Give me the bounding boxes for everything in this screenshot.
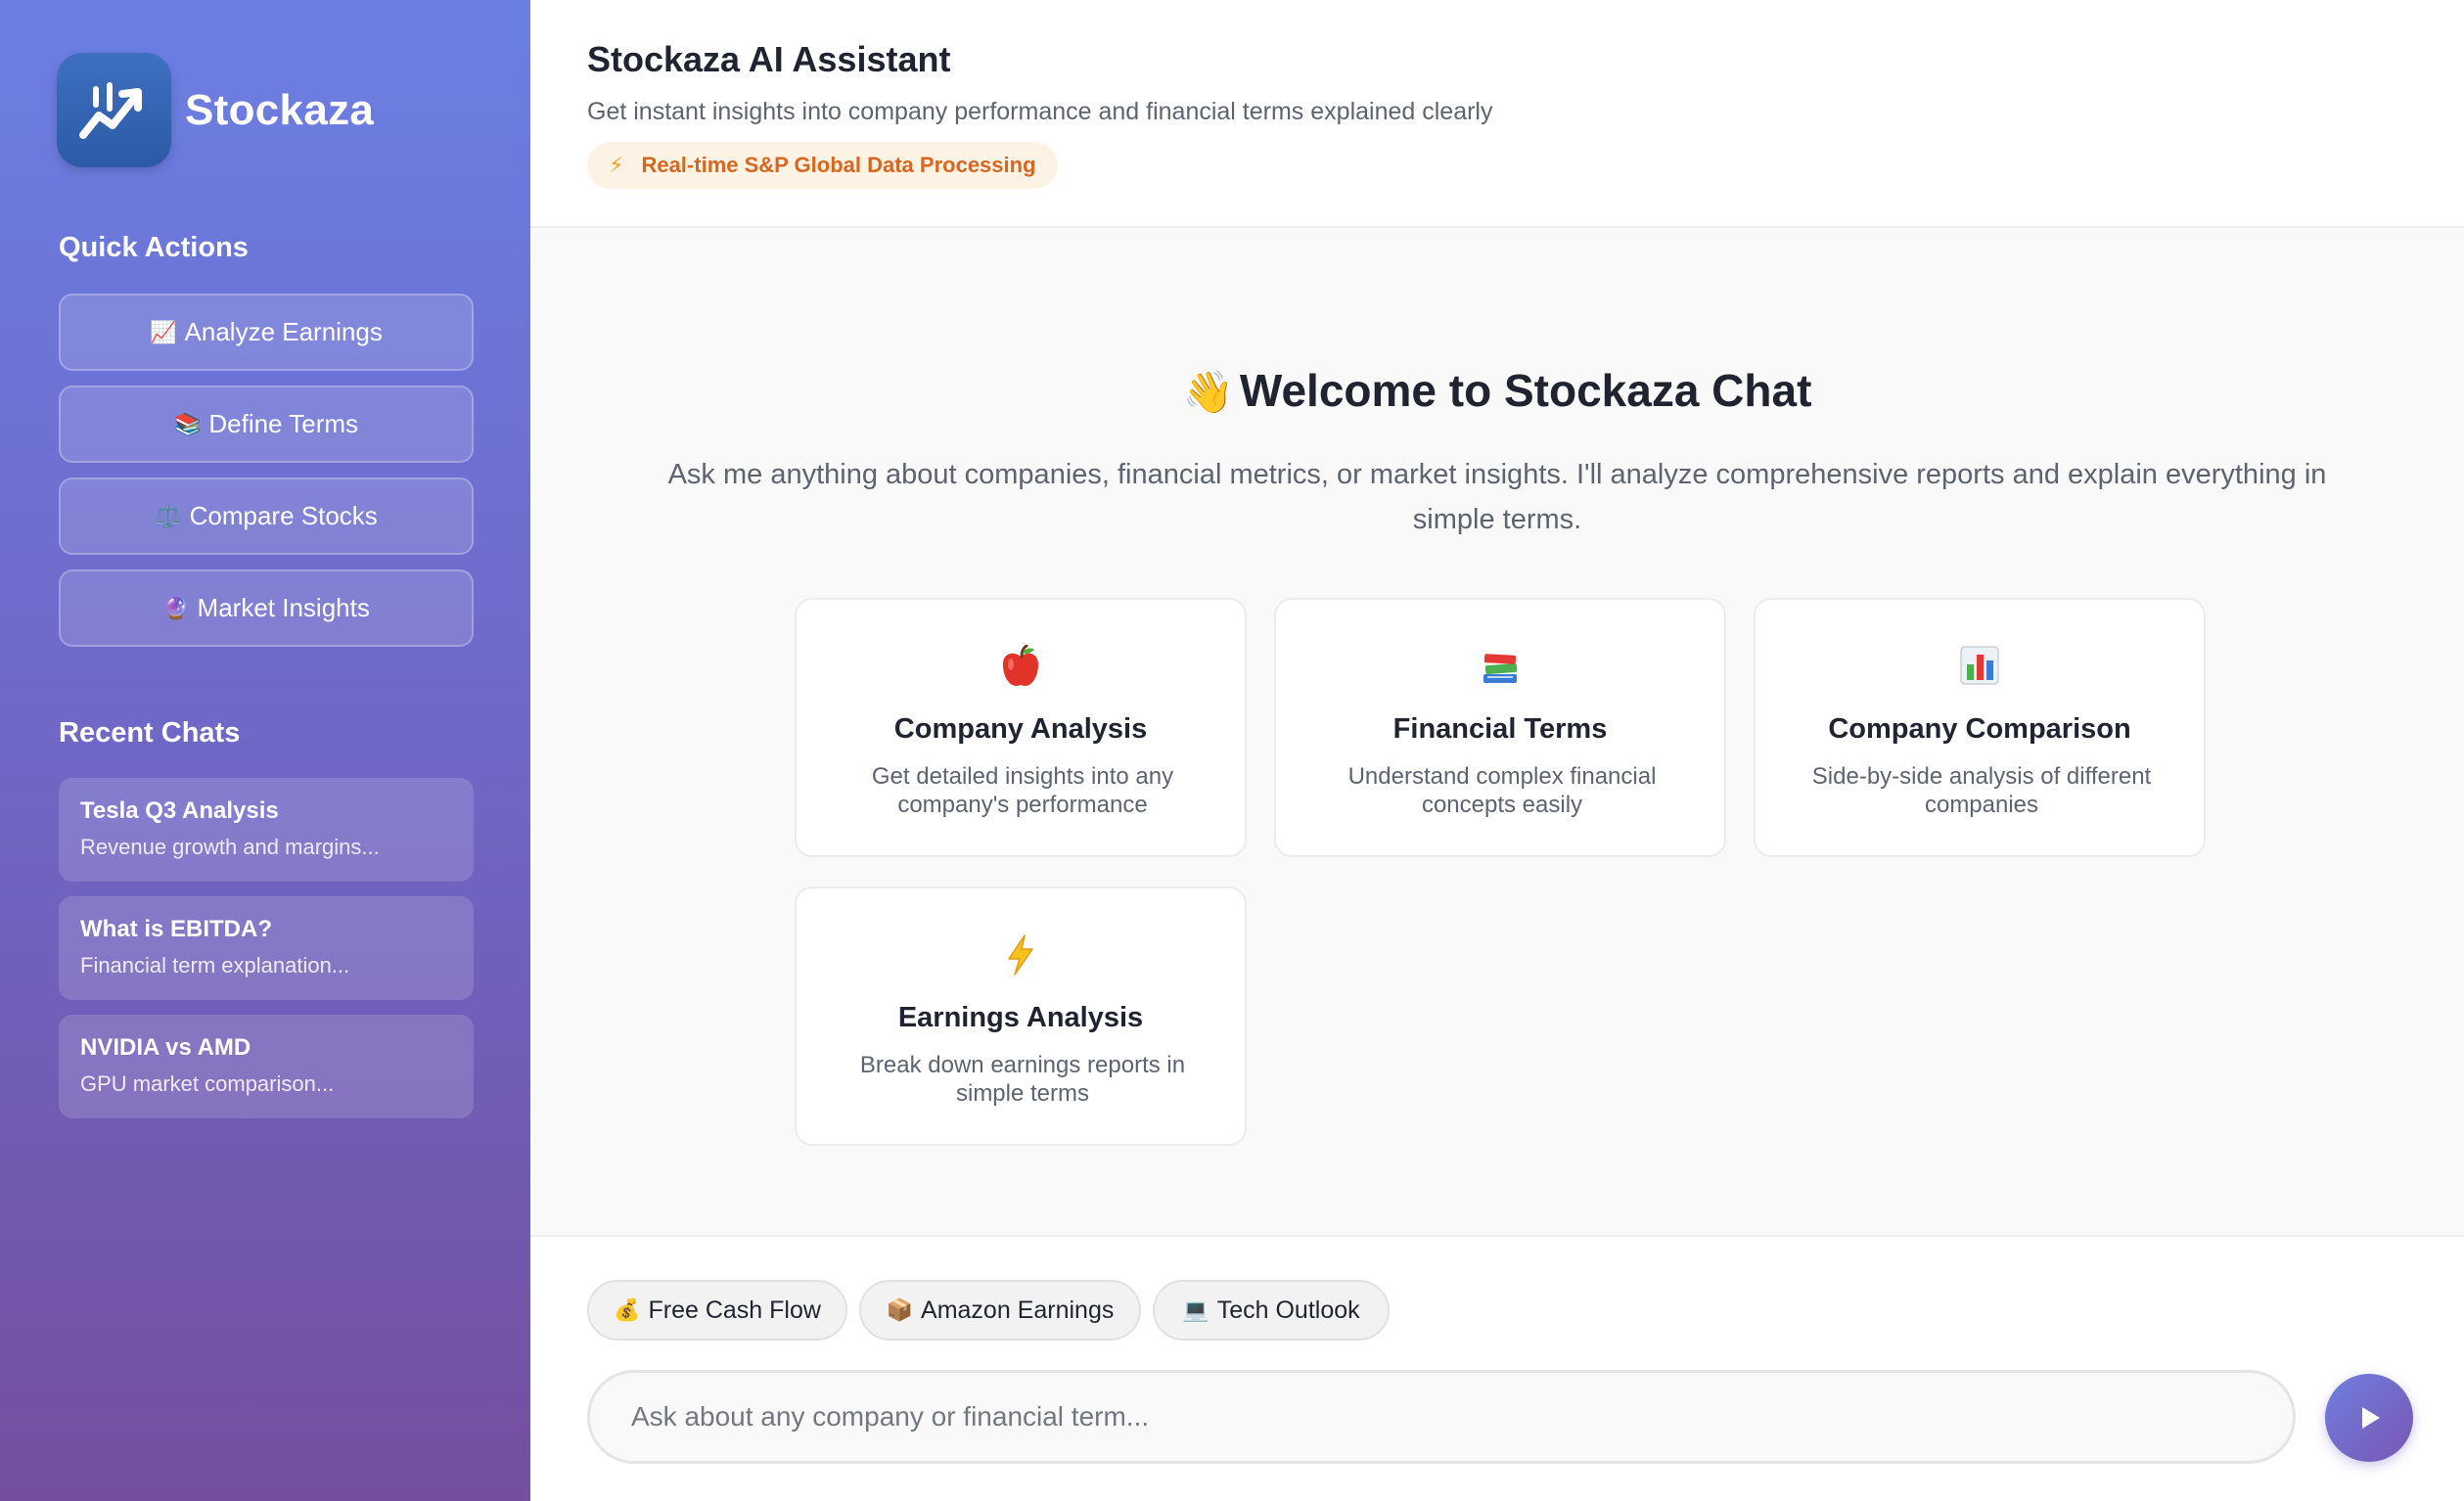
chart-increasing-icon: 📈	[150, 319, 177, 344]
welcome-description: Ask me anything about companies, financi…	[667, 459, 2327, 535]
company-analysis-card[interactable]: Company Analysis Get detailed insights i…	[795, 598, 1247, 857]
send-button[interactable]	[2325, 1374, 2413, 1462]
suggestion-chip-amazon-earnings[interactable]: 📦 Amazon Earnings	[859, 1280, 1141, 1341]
crystal-ball-icon: 🔮	[162, 595, 190, 620]
chat-title: What is EBITDA?	[80, 916, 272, 942]
market-insights-button[interactable]: 🔮 Market Insights	[59, 569, 474, 647]
button-label: Analyze Earnings	[184, 317, 383, 346]
chat-subtitle: Financial term explanation...	[80, 953, 350, 978]
card-description: Understand complex financial concepts ea…	[1347, 763, 1657, 818]
page-subtitle: Get instant insights into company perfor…	[587, 98, 1493, 125]
composer: 💰 Free Cash Flow 📦 Amazon Earnings 💻 Tec…	[530, 1235, 2464, 1501]
recent-chats-title: Recent Chats	[59, 717, 241, 749]
books-icon	[1276, 645, 1724, 692]
chat-input[interactable]	[587, 1370, 2296, 1464]
compare-stocks-button[interactable]: ⚖️ Compare Stocks	[59, 478, 474, 555]
play-icon	[2362, 1407, 2380, 1429]
brand[interactable]: Stockaza	[57, 53, 374, 167]
company-comparison-card[interactable]: Company Comparison Side-by-side analysis…	[1754, 598, 2206, 857]
sidebar: Stockaza Quick Actions 📈 Analyze Earning…	[0, 0, 530, 1501]
main-panel: Stockaza AI Assistant Get instant insigh…	[530, 0, 2464, 1501]
card-title: Company Comparison	[1828, 713, 2131, 745]
status-badge: ⚡ Real-time S&P Global Data Processing	[587, 142, 1058, 189]
lightning-icon: ⚡	[609, 153, 624, 177]
suggestion-chip-tech-outlook[interactable]: 💻 Tech Outlook	[1153, 1280, 1390, 1341]
suggestion-chip-free-cash-flow[interactable]: 💰 Free Cash Flow	[587, 1280, 847, 1341]
card-description: Get detailed insights into any company's…	[871, 763, 1174, 818]
books-icon: 📚	[173, 411, 202, 436]
card-title: Company Analysis	[893, 713, 1148, 745]
bar-chart-icon	[1756, 645, 2204, 692]
brand-name: Stockaza	[185, 85, 375, 134]
earnings-analysis-card[interactable]: Earnings Analysis Break down earnings re…	[795, 887, 1247, 1146]
chat-subtitle: Revenue growth and margins...	[80, 835, 380, 859]
badge-label: Real-time S&P Global Data Processing	[641, 153, 1036, 177]
quick-actions-title: Quick Actions	[59, 232, 249, 263]
header: Stockaza AI Assistant Get instant insigh…	[530, 0, 2464, 228]
chat-title: NVIDIA vs AMD	[80, 1034, 251, 1061]
card-title: Earnings Analysis	[897, 1002, 1144, 1033]
financial-terms-card[interactable]: Financial Terms Understand complex finan…	[1274, 598, 1726, 857]
recent-chat-item[interactable]: What is EBITDA? Financial term explanati…	[59, 896, 474, 1000]
chart-up-icon	[57, 53, 171, 167]
apple-icon	[797, 645, 1245, 692]
welcome-title-text: Welcome to Stockaza Chat	[1239, 365, 1812, 416]
package-icon: 📦	[886, 1297, 914, 1322]
button-label: Define Terms	[208, 409, 359, 438]
chip-label: Tech Outlook	[1216, 1296, 1360, 1324]
button-label: Compare Stocks	[189, 501, 378, 530]
define-terms-button[interactable]: 📚 Define Terms	[59, 386, 474, 463]
card-description: Side-by-side analysis of different compa…	[1811, 763, 2152, 818]
recent-chat-item[interactable]: Tesla Q3 Analysis Revenue growth and mar…	[59, 778, 474, 882]
chip-label: Amazon Earnings	[921, 1296, 1115, 1324]
chat-title: Tesla Q3 Analysis	[80, 797, 279, 824]
laptop-icon: 💻	[1182, 1297, 1209, 1322]
scales-icon: ⚖️	[155, 503, 182, 528]
recent-chat-item[interactable]: NVIDIA vs AMD GPU market comparison...	[59, 1015, 474, 1118]
welcome-title: 👋 Welcome to Stockaza Chat	[530, 364, 2464, 417]
analyze-earnings-button[interactable]: 📈 Analyze Earnings	[59, 294, 474, 371]
button-label: Market Insights	[197, 593, 370, 622]
chip-label: Free Cash Flow	[648, 1296, 821, 1324]
card-description: Break down earnings reports in simple te…	[859, 1052, 1186, 1107]
money-bag-icon: 💰	[614, 1297, 641, 1322]
chat-subtitle: GPU market comparison...	[80, 1071, 335, 1096]
card-title: Financial Terms	[1392, 713, 1608, 745]
page-title: Stockaza AI Assistant	[587, 39, 951, 79]
waving-hand-icon: 👋	[1182, 369, 1234, 415]
lightning-icon	[797, 933, 1245, 980]
